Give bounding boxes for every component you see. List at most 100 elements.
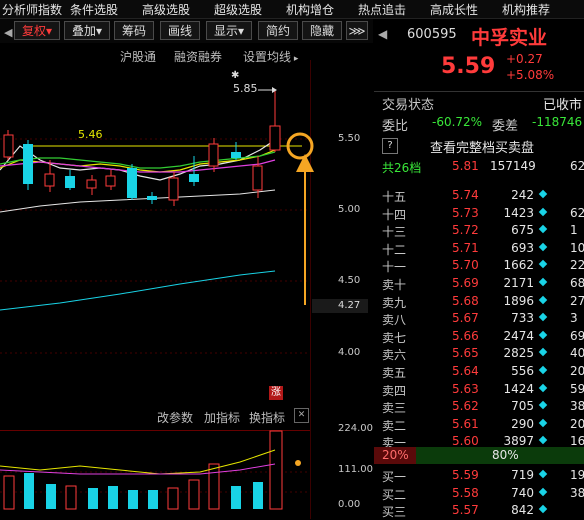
level-volume: 719: [511, 468, 534, 482]
quote-panel: ◀ 600595 中孚实业 5.59 +0.27 +5.08% 交易状态 已收市…: [374, 19, 584, 519]
fuquan-label: 复权: [21, 24, 46, 38]
ma-long-white-line: [0, 189, 276, 213]
level-label: 卖四: [382, 383, 407, 398]
display-label: 显示: [213, 24, 238, 38]
level-price: 5.69: [452, 276, 479, 290]
level-price: 5.65: [452, 346, 479, 361]
diamond-icon: [538, 365, 548, 375]
chevron-down-icon: ▾: [237, 24, 245, 38]
ask-row[interactable]: 卖八 5.67 733 3: [374, 311, 584, 328]
level-label: 买三: [382, 505, 407, 520]
full-depth-link[interactable]: 查看完整档买卖盘: [430, 137, 534, 156]
level-extra: 20: [570, 364, 584, 378]
bid-row[interactable]: 买二 5.58 740 38: [374, 486, 584, 503]
fuquan-button[interactable]: 复权▾: [14, 21, 60, 40]
diff-label: 委差: [492, 119, 519, 134]
level-extra: 59: [570, 381, 584, 396]
vol-ma-pink: [0, 463, 276, 475]
ask-row[interactable]: 十一 5.70 1662 22: [374, 258, 584, 275]
ask-row[interactable]: 卖十 5.69 2171 68: [374, 276, 584, 293]
level-label: 十四: [382, 207, 407, 222]
ask-row[interactable]: 卖五 5.64 556 20: [374, 364, 584, 381]
diamond-icon: [538, 330, 548, 340]
nav-institution-recommend[interactable]: 机构推荐: [502, 1, 550, 18]
diamond-icon: [538, 400, 548, 410]
level-volume: 1662: [503, 258, 534, 273]
diamond-icon: [538, 277, 548, 287]
ma-long-cyan-line: [0, 270, 276, 311]
level-price: 5.66: [452, 328, 479, 343]
level-label: 卖六: [382, 348, 407, 363]
level-label: 卖五: [382, 366, 407, 380]
diamond-icon: [538, 189, 548, 199]
level-price: 5.70: [452, 258, 479, 273]
nav-advanced-pick[interactable]: 高级选股: [142, 1, 190, 18]
level-extra: 69: [570, 328, 584, 343]
level-price: 5.63: [452, 381, 479, 396]
limit-up-badge: 涨: [269, 386, 283, 400]
nav-institution-add[interactable]: 机构增仓: [286, 1, 334, 18]
asterisk-icon: ✱: [231, 70, 240, 81]
level-volume: 733: [511, 311, 534, 326]
help-icon[interactable]: ?: [382, 138, 398, 154]
nav-analyst-index[interactable]: 分析师指数: [2, 1, 62, 18]
level-extra: 38: [570, 399, 584, 414]
diamond-icon: [538, 383, 548, 392]
ask-row[interactable]: 十三 5.72 675 1: [374, 223, 584, 240]
level-price: 5.72: [452, 223, 479, 238]
ask-row[interactable]: 卖三 5.62 705 38: [374, 399, 584, 416]
level-label: 买一: [382, 470, 407, 484]
level-extra: 19: [570, 468, 584, 482]
level-label: 卖八: [382, 313, 407, 328]
ask-row[interactable]: 卖七 5.66 2474 69: [374, 329, 584, 346]
nav-left-icon[interactable]: ◀: [4, 26, 12, 39]
ask-row[interactable]: 十四 5.73 1423 62: [374, 206, 584, 223]
total-levels-label: 共26档: [382, 161, 422, 175]
kline-chart[interactable]: [0, 60, 373, 519]
overlay-label: 叠加: [71, 24, 96, 38]
level-volume: 556: [511, 364, 534, 378]
level-volume: 693: [511, 240, 534, 255]
nav-high-growth[interactable]: 高成长性: [430, 1, 478, 18]
ask-row[interactable]: 十二 5.71 693 10: [374, 241, 584, 258]
draw-line-button[interactable]: 画线: [160, 21, 200, 40]
level-volume: 1896: [503, 293, 534, 308]
overlay-button[interactable]: 叠加▾: [64, 21, 110, 40]
bid-row[interactable]: 买三 5.57 842: [374, 503, 584, 520]
panel-nav-icon[interactable]: ◀: [378, 27, 387, 41]
display-button[interactable]: 显示▾: [206, 21, 252, 40]
level-price: 5.59: [452, 468, 479, 482]
hide-button[interactable]: 隐藏: [302, 21, 342, 40]
status-label: 交易状态: [382, 98, 435, 113]
level-extra: 68: [570, 276, 584, 290]
level-label: 十二: [382, 242, 407, 257]
level-extra: 22: [570, 258, 584, 273]
level-volume: 2171: [503, 276, 534, 290]
nav-super-pick[interactable]: 超级选股: [214, 1, 262, 18]
nav-hot-track[interactable]: 热点追击: [358, 1, 406, 18]
bid-row[interactable]: 买一 5.59 719 19: [374, 468, 584, 485]
ask-row[interactable]: 卖六 5.65 2825 40: [374, 346, 584, 363]
ask-row[interactable]: 卖四 5.63 1424 59: [374, 382, 584, 399]
ratio-label: 委比: [382, 119, 409, 134]
diamond-icon: [538, 207, 548, 216]
chips-button[interactable]: 筹码: [114, 21, 154, 40]
status-value: 已收市: [543, 98, 583, 113]
simple-button[interactable]: 简约: [258, 21, 298, 40]
ask-row[interactable]: 卖九 5.68 1896 27: [374, 294, 584, 311]
level-extra: 62: [570, 205, 584, 220]
level-label: 卖二: [382, 418, 407, 433]
price-change: +0.27: [506, 52, 543, 66]
diff-value: -118746: [532, 115, 583, 129]
chart-toolbar: 复权▾ 叠加▾ 筹码 画线 显示▾ 简约 隐藏 ⋙: [0, 19, 373, 43]
diamond-icon: [538, 312, 548, 322]
expand-icon[interactable]: ⋙: [346, 21, 368, 40]
level-label: 卖十: [382, 278, 407, 292]
nav-condition-pick[interactable]: 条件选股: [70, 1, 118, 18]
ask-row[interactable]: 十五 5.74 242: [374, 188, 584, 205]
diamond-icon: [538, 348, 548, 357]
level-volume: 675: [511, 223, 534, 238]
level-price: 5.74: [452, 188, 479, 202]
ask-row[interactable]: 卖二 5.61 290 20: [374, 417, 584, 434]
level-volume: 842: [511, 503, 534, 518]
